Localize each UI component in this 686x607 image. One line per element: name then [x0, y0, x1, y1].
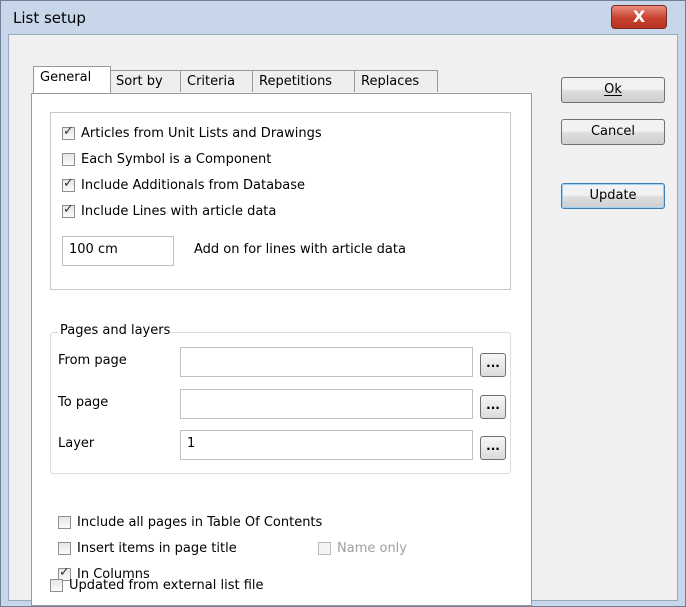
include-additionals-label: Include Additionals from Database: [81, 177, 306, 193]
title-bar[interactable]: List setup X: [1, 1, 685, 34]
article-options-group: Articles from Unit Lists and Drawings Ea…: [50, 112, 511, 290]
dialog-client-area: General Sort by Criteria Repetitions Rep…: [8, 34, 678, 606]
addon-label: Add on for lines with article data: [194, 242, 406, 257]
layer-browse-button[interactable]: ...: [480, 436, 506, 460]
include-lines-option[interactable]: Include Lines with article data: [62, 202, 276, 220]
toc-label: Include all pages in Table Of Contents: [77, 514, 323, 530]
external-file-label: Updated from external list file: [69, 577, 264, 593]
ok-label: Ok: [604, 82, 622, 97]
tab-criteria[interactable]: Criteria: [180, 70, 253, 92]
include-additionals-option[interactable]: Include Additionals from Database: [62, 176, 305, 194]
include-additionals-checkbox[interactable]: [62, 176, 75, 192]
include-lines-label: Include Lines with article data: [81, 203, 277, 219]
list-setup-window: List setup X General Sort by Criteria Re…: [0, 0, 686, 607]
addon-length-input[interactable]: 100 cm: [62, 236, 174, 266]
name-only-option[interactable]: Name only: [318, 539, 407, 557]
close-button[interactable]: X: [611, 5, 667, 29]
cancel-label: Cancel: [590, 124, 636, 139]
to-page-browse-button[interactable]: ...: [480, 395, 506, 419]
name-only-label: Name only: [337, 540, 407, 556]
insert-title-checkbox[interactable]: [58, 541, 71, 555]
external-file-option[interactable]: Updated from external list file: [50, 576, 264, 594]
tab-replaces[interactable]: Replaces: [354, 70, 438, 92]
window-title: List setup: [13, 9, 86, 27]
insert-title-label: Insert items in page title: [77, 540, 237, 556]
to-page-input[interactable]: [180, 389, 473, 419]
layer-input[interactable]: 1: [180, 430, 473, 460]
external-file-checkbox[interactable]: [50, 578, 63, 592]
articles-checkbox[interactable]: [62, 124, 75, 140]
general-tab-panel: Articles from Unit Lists and Drawings Ea…: [31, 93, 532, 606]
articles-label: Articles from Unit Lists and Drawings: [81, 125, 322, 141]
update-button[interactable]: Update: [561, 183, 665, 209]
insert-title-option[interactable]: Insert items in page title: [58, 539, 237, 557]
layer-label: Layer: [58, 436, 95, 451]
from-page-label: From page: [58, 353, 127, 368]
from-page-browse-button[interactable]: ...: [480, 353, 506, 377]
tab-repetitions[interactable]: Repetitions: [252, 70, 355, 92]
update-label: Update: [589, 188, 637, 203]
articles-option[interactable]: Articles from Unit Lists and Drawings: [62, 124, 322, 142]
cancel-button[interactable]: Cancel: [561, 119, 665, 145]
each-symbol-checkbox[interactable]: [62, 152, 75, 166]
include-lines-checkbox[interactable]: [62, 202, 75, 218]
to-page-label: To page: [58, 395, 109, 410]
close-icon: X: [632, 7, 646, 26]
ok-button[interactable]: Ok: [561, 77, 665, 103]
each-symbol-label: Each Symbol is a Component: [81, 151, 272, 167]
name-only-checkbox[interactable]: [318, 541, 331, 555]
toc-checkbox[interactable]: [58, 515, 71, 529]
each-symbol-option[interactable]: Each Symbol is a Component: [62, 150, 271, 168]
tab-general[interactable]: General: [33, 66, 111, 93]
from-page-input[interactable]: [180, 347, 473, 377]
toc-option[interactable]: Include all pages in Table Of Contents: [58, 513, 322, 531]
pages-and-layers-title: Pages and layers: [58, 323, 173, 338]
tab-sort-by[interactable]: Sort by: [109, 70, 181, 92]
